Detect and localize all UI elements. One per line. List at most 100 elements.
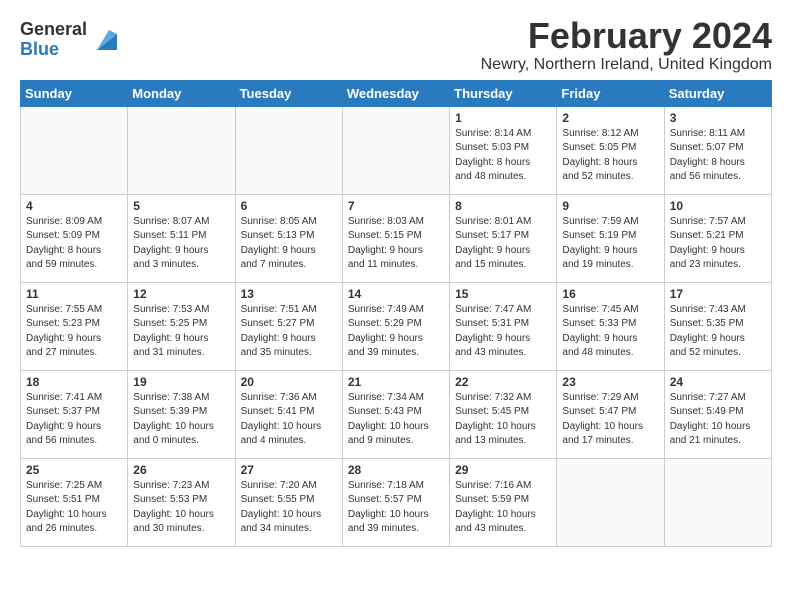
calendar-cell: 2 Sunrise: 8:12 AM Sunset: 5:05 PM Daylig…	[557, 106, 664, 194]
weekday-header-wednesday: Wednesday	[342, 80, 449, 106]
day-info: Sunrise: 8:12 AM Sunset: 5:05 PM Dayligh…	[562, 127, 658, 185]
day-number: 14	[348, 287, 444, 301]
day-number: 18	[26, 375, 122, 389]
day-info: Sunrise: 7:32 AM Sunset: 5:45 PM Dayligh…	[455, 391, 551, 449]
day-number: 20	[241, 375, 337, 389]
calendar-cell	[128, 106, 235, 194]
weekday-header-row: SundayMondayTuesdayWednesdayThursdayFrid…	[21, 80, 772, 106]
calendar-cell: 24 Sunrise: 7:27 AM Sunset: 5:49 PM Dayli…	[664, 370, 771, 458]
calendar-cell: 21 Sunrise: 7:34 AM Sunset: 5:43 PM Dayli…	[342, 370, 449, 458]
calendar-cell: 6 Sunrise: 8:05 AM Sunset: 5:13 PM Daylig…	[235, 194, 342, 282]
calendar-cell: 17 Sunrise: 7:43 AM Sunset: 5:35 PM Dayli…	[664, 282, 771, 370]
logo-blue: Blue	[20, 39, 59, 59]
day-info: Sunrise: 7:51 AM Sunset: 5:27 PM Dayligh…	[241, 303, 337, 361]
day-info: Sunrise: 7:59 AM Sunset: 5:19 PM Dayligh…	[562, 215, 658, 273]
calendar-cell: 29 Sunrise: 7:16 AM Sunset: 5:59 PM Dayli…	[450, 458, 557, 546]
weekday-header-saturday: Saturday	[664, 80, 771, 106]
day-info: Sunrise: 7:29 AM Sunset: 5:47 PM Dayligh…	[562, 391, 658, 449]
calendar-cell: 28 Sunrise: 7:18 AM Sunset: 5:57 PM Dayli…	[342, 458, 449, 546]
day-number: 21	[348, 375, 444, 389]
calendar-cell: 19 Sunrise: 7:38 AM Sunset: 5:39 PM Dayli…	[128, 370, 235, 458]
day-number: 25	[26, 463, 122, 477]
day-info: Sunrise: 7:43 AM Sunset: 5:35 PM Dayligh…	[670, 303, 766, 361]
calendar-cell	[664, 458, 771, 546]
day-info: Sunrise: 8:14 AM Sunset: 5:03 PM Dayligh…	[455, 127, 551, 185]
calendar-cell: 12Sunrise: 7:53 AM Sunset: 5:25 PM Dayli…	[128, 282, 235, 370]
weekday-header-sunday: Sunday	[21, 80, 128, 106]
day-number: 29	[455, 463, 551, 477]
day-number: 28	[348, 463, 444, 477]
day-info: Sunrise: 7:57 AM Sunset: 5:21 PM Dayligh…	[670, 215, 766, 273]
day-info: Sunrise: 8:01 AM Sunset: 5:17 PM Dayligh…	[455, 215, 551, 273]
day-number: 27	[241, 463, 337, 477]
day-number: 4	[26, 199, 122, 213]
day-number: 11	[26, 287, 122, 301]
calendar-cell: 23 Sunrise: 7:29 AM Sunset: 5:47 PM Dayli…	[557, 370, 664, 458]
day-info: Sunrise: 7:53 AM Sunset: 5:25 PM Dayligh…	[133, 303, 229, 361]
day-info: Sunrise: 7:34 AM Sunset: 5:43 PM Dayligh…	[348, 391, 444, 449]
day-info: Sunrise: 7:18 AM Sunset: 5:57 PM Dayligh…	[348, 479, 444, 537]
week-row-1: 1 Sunrise: 8:14 AM Sunset: 5:03 PM Daylig…	[21, 106, 772, 194]
logo-icon	[89, 26, 117, 54]
day-number: 5	[133, 199, 229, 213]
calendar-cell: 8Sunrise: 8:01 AM Sunset: 5:17 PM Daylig…	[450, 194, 557, 282]
day-number: 26	[133, 463, 229, 477]
day-info: Sunrise: 7:20 AM Sunset: 5:55 PM Dayligh…	[241, 479, 337, 537]
calendar-cell: 9 Sunrise: 7:59 AM Sunset: 5:19 PM Daylig…	[557, 194, 664, 282]
day-info: Sunrise: 7:36 AM Sunset: 5:41 PM Dayligh…	[241, 391, 337, 449]
calendar-cell: 14 Sunrise: 7:49 AM Sunset: 5:29 PM Dayli…	[342, 282, 449, 370]
day-number: 23	[562, 375, 658, 389]
month-year: February 2024	[481, 16, 772, 56]
day-info: Sunrise: 7:27 AM Sunset: 5:49 PM Dayligh…	[670, 391, 766, 449]
weekday-header-tuesday: Tuesday	[235, 80, 342, 106]
day-info: Sunrise: 7:25 AM Sunset: 5:51 PM Dayligh…	[26, 479, 122, 537]
day-info: Sunrise: 7:55 AM Sunset: 5:23 PM Dayligh…	[26, 303, 122, 361]
day-number: 13	[241, 287, 337, 301]
header: General Blue February 2024 Newry, Northe…	[20, 16, 772, 74]
calendar-cell: 16 Sunrise: 7:45 AM Sunset: 5:33 PM Dayli…	[557, 282, 664, 370]
day-number: 10	[670, 199, 766, 213]
day-number: 19	[133, 375, 229, 389]
day-number: 2	[562, 111, 658, 125]
day-number: 22	[455, 375, 551, 389]
calendar-cell: 3Sunrise: 8:11 AM Sunset: 5:07 PM Daylig…	[664, 106, 771, 194]
day-number: 16	[562, 287, 658, 301]
week-row-5: 25 Sunrise: 7:25 AM Sunset: 5:51 PM Dayli…	[21, 458, 772, 546]
calendar-cell	[235, 106, 342, 194]
day-info: Sunrise: 8:05 AM Sunset: 5:13 PM Dayligh…	[241, 215, 337, 273]
week-row-3: 11 Sunrise: 7:55 AM Sunset: 5:23 PM Dayli…	[21, 282, 772, 370]
day-info: Sunrise: 7:23 AM Sunset: 5:53 PM Dayligh…	[133, 479, 229, 537]
calendar-cell: 22 Sunrise: 7:32 AM Sunset: 5:45 PM Dayli…	[450, 370, 557, 458]
day-number: 1	[455, 111, 551, 125]
day-info: Sunrise: 7:49 AM Sunset: 5:29 PM Dayligh…	[348, 303, 444, 361]
day-info: Sunrise: 7:45 AM Sunset: 5:33 PM Dayligh…	[562, 303, 658, 361]
logo: General Blue	[20, 20, 117, 60]
day-info: Sunrise: 7:41 AM Sunset: 5:37 PM Dayligh…	[26, 391, 122, 449]
day-info: Sunrise: 7:38 AM Sunset: 5:39 PM Dayligh…	[133, 391, 229, 449]
calendar-cell	[342, 106, 449, 194]
weekday-header-friday: Friday	[557, 80, 664, 106]
weekday-header-monday: Monday	[128, 80, 235, 106]
calendar-cell: 1 Sunrise: 8:14 AM Sunset: 5:03 PM Daylig…	[450, 106, 557, 194]
calendar-cell: 25 Sunrise: 7:25 AM Sunset: 5:51 PM Dayli…	[21, 458, 128, 546]
calendar-cell	[21, 106, 128, 194]
day-number: 15	[455, 287, 551, 301]
calendar-cell: 11 Sunrise: 7:55 AM Sunset: 5:23 PM Dayli…	[21, 282, 128, 370]
calendar-cell: 4 Sunrise: 8:09 AM Sunset: 5:09 PM Daylig…	[21, 194, 128, 282]
calendar: SundayMondayTuesdayWednesdayThursdayFrid…	[20, 80, 772, 547]
day-number: 6	[241, 199, 337, 213]
weekday-header-thursday: Thursday	[450, 80, 557, 106]
day-info: Sunrise: 8:09 AM Sunset: 5:09 PM Dayligh…	[26, 215, 122, 273]
day-number: 9	[562, 199, 658, 213]
day-number: 24	[670, 375, 766, 389]
day-number: 17	[670, 287, 766, 301]
title-area: February 2024 Newry, Northern Ireland, U…	[481, 16, 772, 74]
day-info: Sunrise: 7:16 AM Sunset: 5:59 PM Dayligh…	[455, 479, 551, 537]
calendar-cell: 7Sunrise: 8:03 AM Sunset: 5:15 PM Daylig…	[342, 194, 449, 282]
calendar-cell: 15Sunrise: 7:47 AM Sunset: 5:31 PM Dayli…	[450, 282, 557, 370]
day-number: 7	[348, 199, 444, 213]
week-row-2: 4 Sunrise: 8:09 AM Sunset: 5:09 PM Daylig…	[21, 194, 772, 282]
location: Newry, Northern Ireland, United Kingdom	[481, 56, 772, 74]
calendar-cell: 20 Sunrise: 7:36 AM Sunset: 5:41 PM Dayli…	[235, 370, 342, 458]
calendar-cell: 27 Sunrise: 7:20 AM Sunset: 5:55 PM Dayli…	[235, 458, 342, 546]
